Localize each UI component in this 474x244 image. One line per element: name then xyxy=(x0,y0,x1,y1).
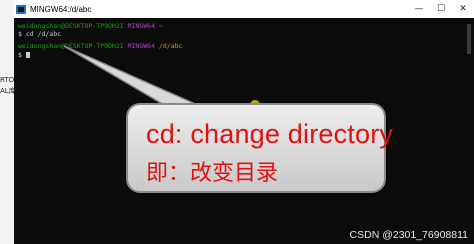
csdn-watermark: CSDN @2301_76908811 xyxy=(349,229,468,241)
annotation-callout: cd: change directory 即：改变目录 xyxy=(126,103,393,193)
callout-pointer-arrow xyxy=(63,45,201,107)
callout-text-english: cd: change directory xyxy=(146,119,394,149)
callout-text-chinese: 即：改变目录 xyxy=(146,161,279,186)
